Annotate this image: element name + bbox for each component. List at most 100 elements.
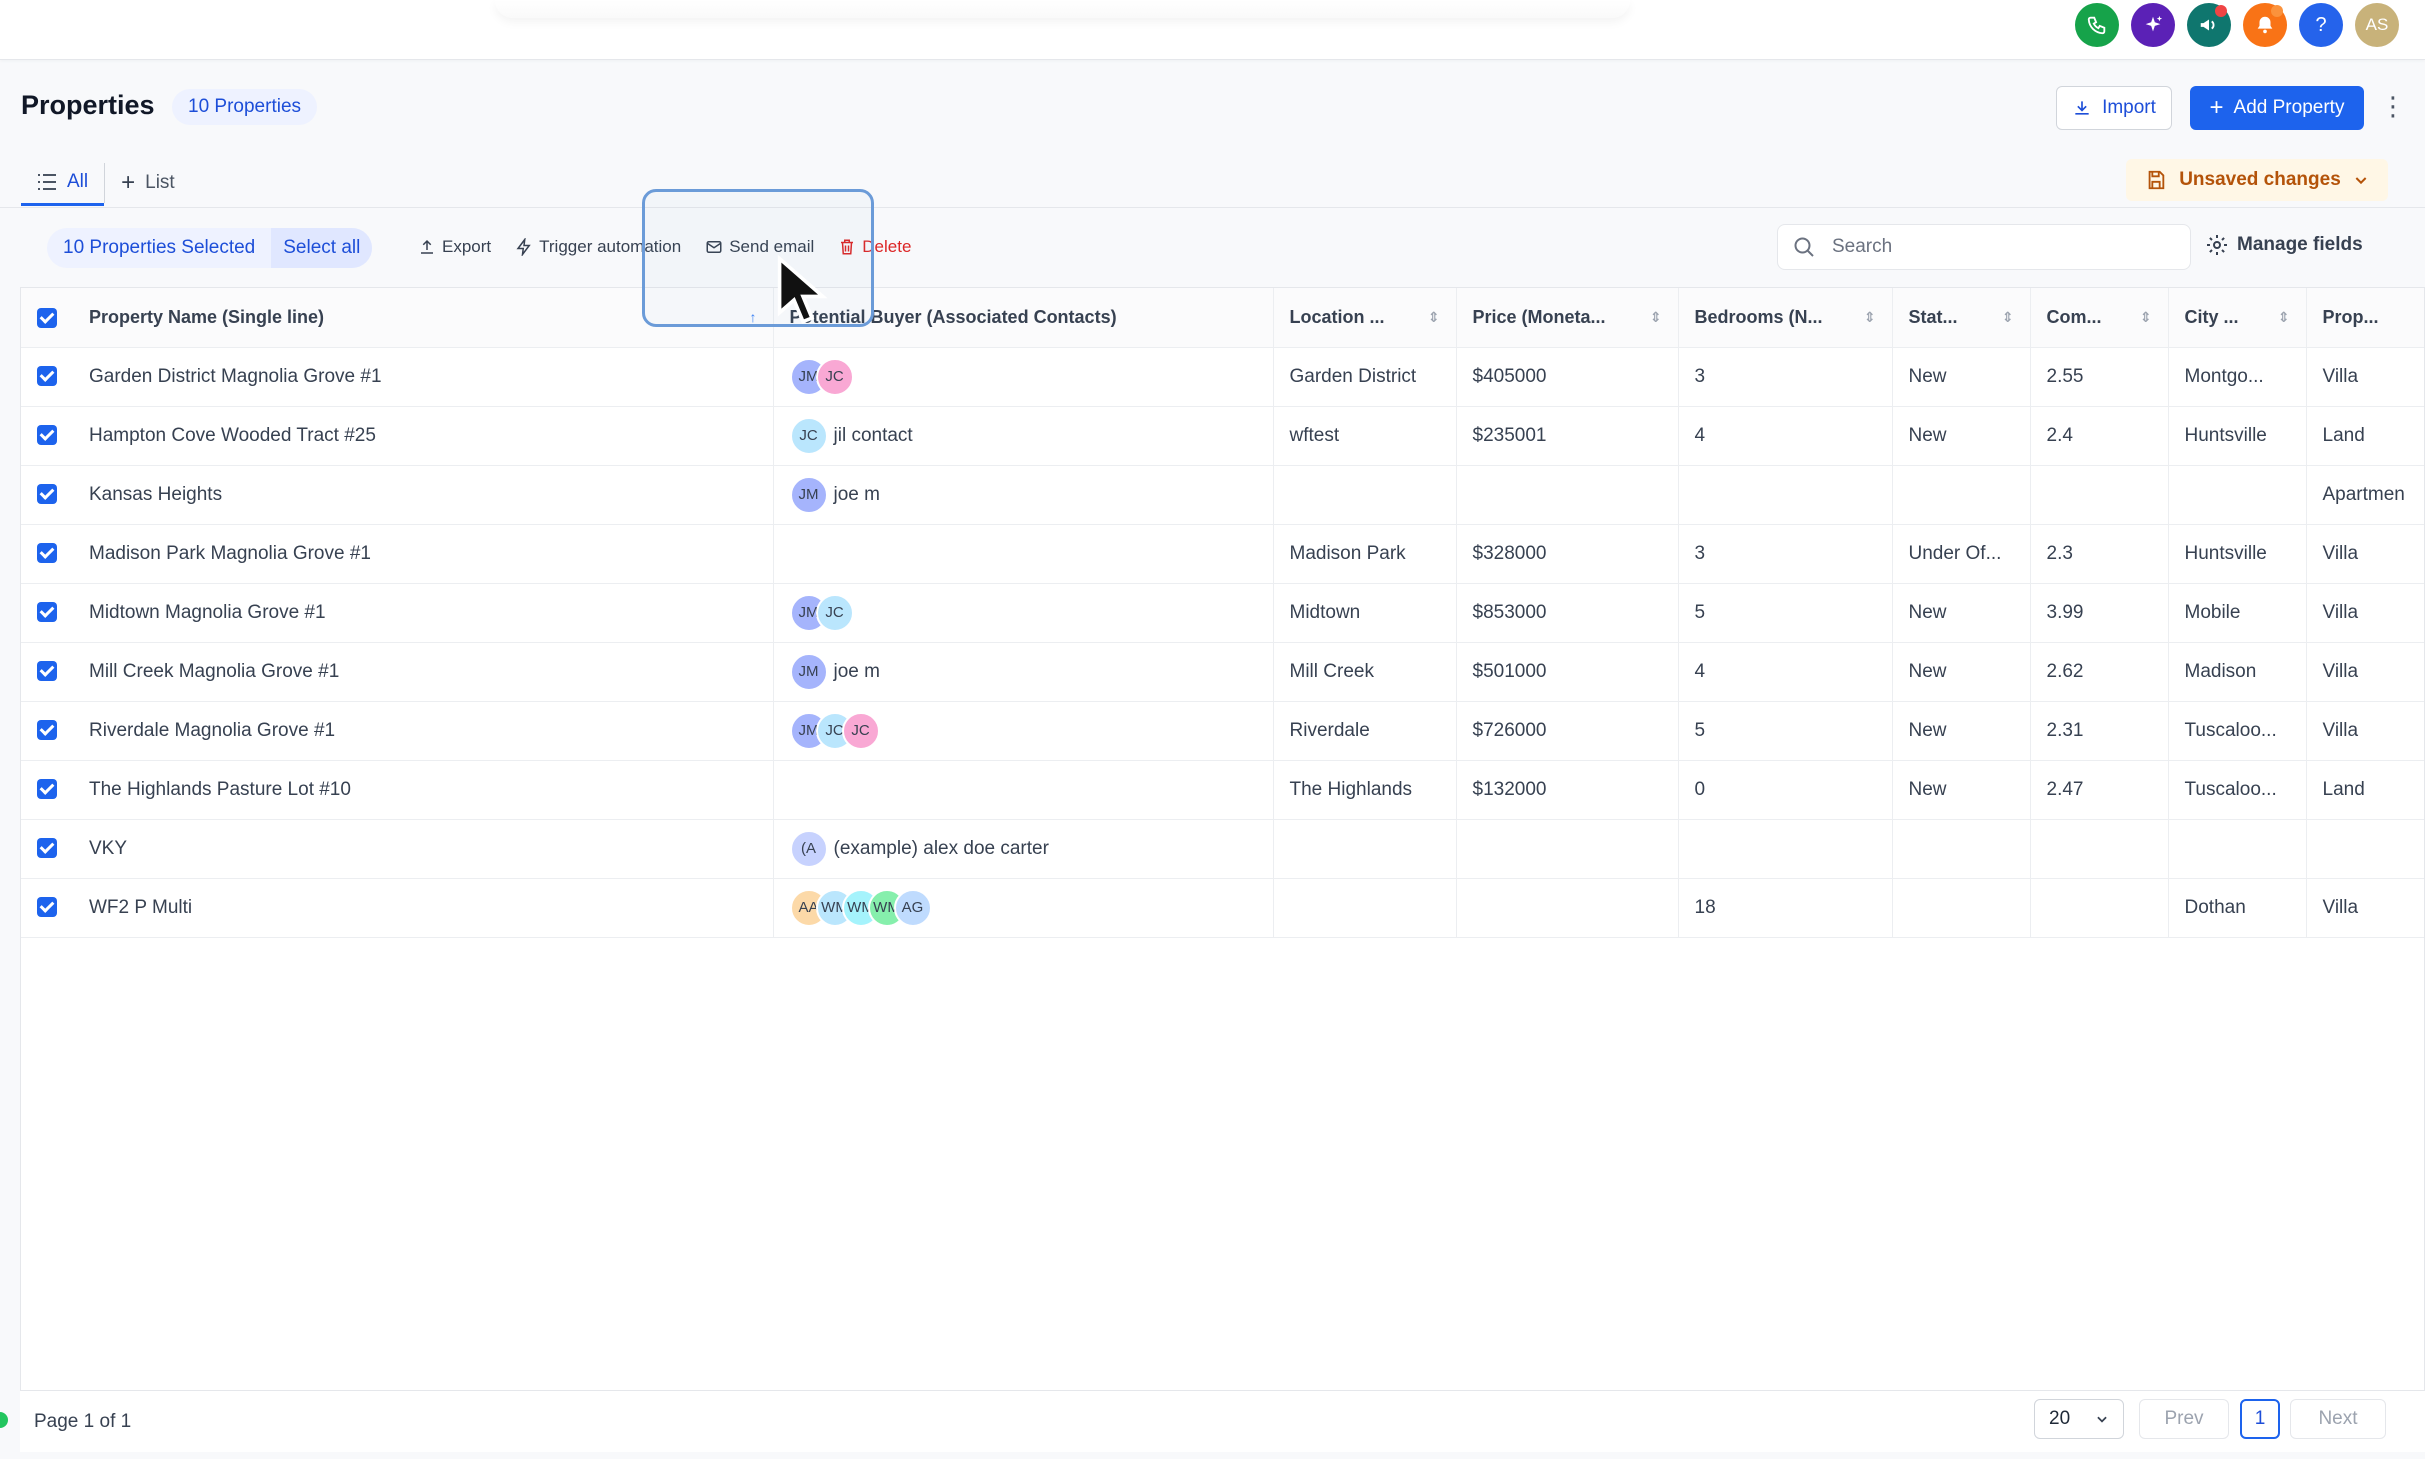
bedrooms-cell[interactable]: 4 <box>1678 642 1893 702</box>
bedrooms-cell[interactable]: 18 <box>1678 878 1893 938</box>
property-name-cell[interactable]: Midtown Magnolia Grove #1 <box>73 583 774 643</box>
status-cell[interactable] <box>1892 465 2031 525</box>
price-cell[interactable] <box>1456 878 1679 938</box>
row-checkbox[interactable] <box>21 465 73 525</box>
row-checkbox[interactable] <box>21 347 73 407</box>
price-cell[interactable]: $501000 <box>1456 642 1679 702</box>
table-row[interactable]: Midtown Magnolia Grove #1 JM JC Midtown $853… <box>21 583 2424 643</box>
manage-fields-button[interactable]: Manage fields <box>2205 233 2363 257</box>
contact-avatar[interactable]: JC <box>841 711 880 750</box>
commission-cell[interactable]: 3.99 <box>2030 583 2169 643</box>
more-options-icon[interactable]: ⋮ <box>2380 93 2406 122</box>
column-header-location[interactable]: Location ... ⇕ <box>1273 288 1457 348</box>
sort-icon[interactable]: ⇕ <box>2140 309 2152 326</box>
table-row[interactable]: The Highlands Pasture Lot #10 The Highlan… <box>21 760 2424 820</box>
sort-icon[interactable]: ⇕ <box>1650 309 1662 326</box>
import-button[interactable]: Import <box>2056 86 2172 130</box>
location-cell[interactable]: Garden District <box>1273 347 1457 407</box>
potential-buyer-cell[interactable]: JM JC <box>773 347 1274 407</box>
property-name-cell[interactable]: VKY <box>73 819 774 879</box>
location-cell[interactable]: The Highlands <box>1273 760 1457 820</box>
column-header-city[interactable]: City ... ⇕ <box>2168 288 2307 348</box>
sort-icon[interactable]: ⇕ <box>2278 309 2290 326</box>
table-row[interactable]: Garden District Magnolia Grove #1 JM JC Gar… <box>21 347 2424 407</box>
location-cell[interactable]: wftest <box>1273 406 1457 466</box>
search-field[interactable] <box>1777 224 2191 270</box>
location-cell[interactable]: Madison Park <box>1273 524 1457 584</box>
potential-buyer-cell[interactable]: JM JC <box>773 583 1274 643</box>
column-header-price[interactable]: Price (Moneta... ⇕ <box>1456 288 1679 348</box>
bedrooms-cell[interactable] <box>1678 465 1893 525</box>
city-cell[interactable] <box>2168 465 2307 525</box>
potential-buyer-cell[interactable]: AA WM WM WM AG <box>773 878 1274 938</box>
status-cell[interactable]: Under Of... <box>1892 524 2031 584</box>
location-cell[interactable] <box>1273 819 1457 879</box>
column-header-bedrooms[interactable]: Bedrooms (N... ⇕ <box>1678 288 1893 348</box>
price-cell[interactable]: $132000 <box>1456 760 1679 820</box>
row-checkbox[interactable] <box>21 642 73 702</box>
help-icon[interactable]: ? <box>2299 3 2343 47</box>
location-cell[interactable]: Mill Creek <box>1273 642 1457 702</box>
contact-avatar[interactable]: JM <box>789 475 828 514</box>
table-row[interactable]: Kansas Heights JM joe m Apartmen <box>21 465 2424 525</box>
table-row[interactable]: VKY (A (example) alex doe carter <box>21 819 2424 879</box>
sparkle-icon[interactable] <box>2131 3 2175 47</box>
global-search-bar[interactable] <box>495 0 1630 18</box>
status-cell[interactable] <box>1892 819 2031 879</box>
commission-cell[interactable]: 2.31 <box>2030 701 2169 761</box>
status-cell[interactable]: New <box>1892 701 2031 761</box>
property-type-cell[interactable]: Villa <box>2306 701 2424 761</box>
city-cell[interactable]: Dothan <box>2168 878 2307 938</box>
location-cell[interactable]: Riverdale <box>1273 701 1457 761</box>
property-type-cell[interactable] <box>2306 819 2424 879</box>
contact-avatar[interactable]: JC <box>815 593 854 632</box>
row-checkbox[interactable] <box>21 524 73 584</box>
property-name-cell[interactable]: Hampton Cove Wooded Tract #25 <box>73 406 774 466</box>
row-checkbox[interactable] <box>21 878 73 938</box>
price-cell[interactable]: $328000 <box>1456 524 1679 584</box>
bedrooms-cell[interactable]: 0 <box>1678 760 1893 820</box>
price-cell[interactable]: $235001 <box>1456 406 1679 466</box>
property-type-cell[interactable]: Apartmen <box>2306 465 2424 525</box>
commission-cell[interactable]: 2.62 <box>2030 642 2169 702</box>
contact-avatar[interactable]: JC <box>789 416 828 455</box>
price-cell[interactable]: $853000 <box>1456 583 1679 643</box>
commission-cell[interactable]: 2.55 <box>2030 347 2169 407</box>
property-type-cell[interactable]: Land <box>2306 406 2424 466</box>
price-cell[interactable]: $405000 <box>1456 347 1679 407</box>
select-all-checkbox[interactable] <box>21 288 73 348</box>
column-header-commission[interactable]: Com... ⇕ <box>2030 288 2169 348</box>
search-input[interactable] <box>1832 236 2162 258</box>
property-name-cell[interactable]: Riverdale Magnolia Grove #1 <box>73 701 774 761</box>
per-page-select[interactable]: 20 <box>2034 1399 2124 1439</box>
city-cell[interactable]: Tuscaloo... <box>2168 760 2307 820</box>
prev-page-button[interactable]: Prev <box>2139 1399 2229 1439</box>
row-checkbox[interactable] <box>21 583 73 643</box>
add-property-button[interactable]: + Add Property <box>2190 86 2364 130</box>
city-cell[interactable]: Madison <box>2168 642 2307 702</box>
location-cell[interactable] <box>1273 878 1457 938</box>
row-checkbox[interactable] <box>21 406 73 466</box>
commission-cell[interactable]: 2.47 <box>2030 760 2169 820</box>
location-cell[interactable] <box>1273 465 1457 525</box>
commission-cell[interactable]: 2.3 <box>2030 524 2169 584</box>
contact-avatar[interactable]: (A <box>789 829 828 868</box>
phone-icon[interactable] <box>2075 3 2119 47</box>
status-cell[interactable]: New <box>1892 642 2031 702</box>
property-type-cell[interactable]: Villa <box>2306 642 2424 702</box>
bedrooms-cell[interactable] <box>1678 819 1893 879</box>
table-row[interactable]: Hampton Cove Wooded Tract #25 JC jil conta… <box>21 406 2424 466</box>
table-row[interactable]: Madison Park Magnolia Grove #1 Madison Pa… <box>21 524 2424 584</box>
potential-buyer-cell[interactable]: JM JC JC <box>773 701 1274 761</box>
city-cell[interactable] <box>2168 819 2307 879</box>
potential-buyer-cell[interactable]: JC jil contact <box>773 406 1274 466</box>
potential-buyer-cell[interactable] <box>773 760 1274 820</box>
unsaved-changes-button[interactable]: Unsaved changes <box>2126 159 2388 201</box>
potential-buyer-cell[interactable]: (A (example) alex doe carter <box>773 819 1274 879</box>
select-all-button[interactable]: Select all <box>271 228 373 268</box>
city-cell[interactable]: Montgo... <box>2168 347 2307 407</box>
tab-add-list[interactable]: + List <box>105 160 191 206</box>
property-name-cell[interactable]: Mill Creek Magnolia Grove #1 <box>73 642 774 702</box>
property-type-cell[interactable]: Land <box>2306 760 2424 820</box>
sort-icon[interactable]: ⇕ <box>1428 309 1440 326</box>
